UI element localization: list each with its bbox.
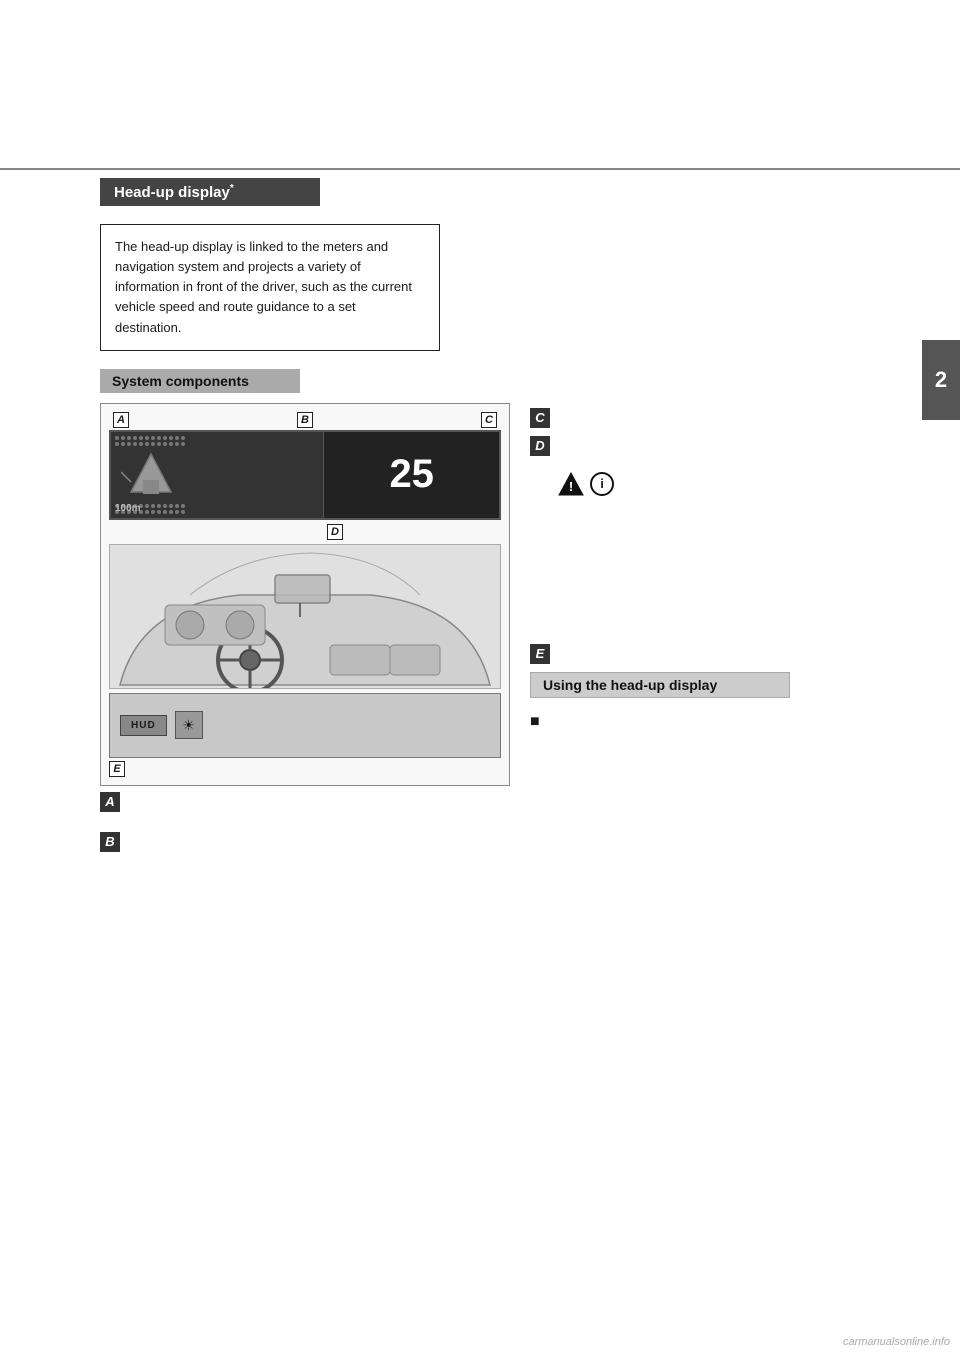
hud-left-panel: 100m	[111, 432, 324, 518]
dash-panel: HUD ☀	[109, 693, 501, 758]
info-icon: i	[590, 472, 614, 496]
chapter-number: 2	[935, 367, 947, 393]
subsection-title: System components	[112, 373, 249, 389]
using-header: Using the head-up display	[530, 672, 790, 698]
nav-arrow-svg	[121, 452, 181, 497]
label-A-box: A	[100, 792, 120, 812]
hud-right-panel: 25	[324, 432, 499, 518]
car-diagram-container	[109, 544, 501, 689]
labels-above-hud: A B C	[109, 412, 501, 428]
watermark: carmanualsonline.info	[843, 1336, 950, 1348]
using-title: Using the head-up display	[543, 677, 717, 693]
diagram-left: A B C	[100, 403, 510, 812]
top-rule	[0, 168, 960, 170]
label-B-badge: B	[297, 412, 313, 428]
label-E-row: E	[109, 761, 501, 777]
section-title-sup: *	[230, 183, 234, 194]
page-container: 2 Head-up display* The head-up display i…	[0, 0, 960, 1358]
warning-block: ! i	[558, 472, 900, 496]
label-B-section: B	[100, 832, 900, 852]
hud-composite: 100m	[109, 430, 501, 520]
label-B-box: B	[100, 832, 120, 852]
warning-icon: !	[558, 472, 584, 496]
label-E-right-box: E	[530, 644, 550, 664]
label-A-section-bottom: A	[100, 792, 510, 812]
label-D-area: D	[169, 524, 501, 540]
label-D-badge: D	[327, 524, 343, 540]
label-D-box: D	[530, 436, 550, 456]
svg-text:!: !	[569, 479, 573, 494]
info-box-text: The head-up display is linked to the met…	[115, 239, 412, 335]
section-title: Head-up display	[114, 184, 230, 201]
using-section: Using the head-up display ■	[530, 672, 900, 730]
label-E-right-row: E	[530, 644, 900, 664]
subsection-header: System components	[100, 369, 300, 393]
diagram-area: A B C	[100, 403, 900, 812]
label-B-header: B	[100, 832, 900, 852]
diagram-right: C D ! i	[530, 403, 900, 812]
hud-speed: 25	[389, 452, 434, 497]
label-C-badge: C	[481, 412, 497, 428]
hud-button[interactable]: HUD	[120, 715, 167, 736]
label-E-badge: E	[109, 761, 125, 777]
hud-diagram: A B C	[100, 403, 510, 786]
label-C-row: C	[530, 408, 900, 428]
using-bullet-row: ■	[530, 714, 900, 730]
main-content: Head-up display* The head-up display is …	[100, 178, 900, 870]
car-interior-svg	[110, 545, 500, 689]
label-C-box: C	[530, 408, 550, 428]
brightness-icon[interactable]: ☀	[175, 711, 203, 739]
hud-distance: 100m	[115, 503, 141, 514]
label-D-row: D	[530, 436, 900, 456]
info-box: The head-up display is linked to the met…	[100, 224, 440, 351]
section-header: Head-up display*	[100, 178, 320, 206]
label-A-badge: A	[113, 412, 129, 428]
chapter-tab: 2	[922, 340, 960, 420]
using-bullet: ■	[530, 714, 540, 730]
